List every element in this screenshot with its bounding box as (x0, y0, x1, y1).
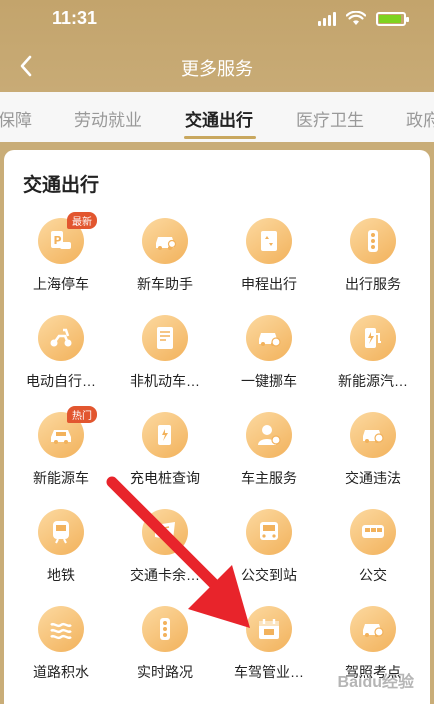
service-item[interactable]: 热门新能源车 (9, 406, 113, 509)
service-label: 交通卡余… (130, 567, 200, 583)
app-header: 11:31 更多服务 (0, 0, 434, 92)
service-item[interactable]: 车驾管业… (217, 606, 321, 703)
charging-pile-icon (142, 412, 188, 458)
service-label: 新能源汽… (338, 373, 408, 389)
document-icon (142, 315, 188, 361)
metro-icon (38, 509, 84, 555)
tab-laodong-jiuye[interactable]: 劳动就业 (74, 106, 142, 131)
service-label: 公交到站 (241, 567, 297, 583)
watermark: Baidu经验 (337, 674, 414, 691)
service-grid: P 最新 上海停车 新车助手 申程出行 出行服务 电动自行… 非机动车… 一键挪车 新能源汽… 热门… (4, 212, 430, 703)
traffic-light-icon (350, 218, 396, 264)
signal-icon (318, 11, 336, 26)
e-scooter-icon (38, 315, 84, 361)
category-tabs: 保障 劳动就业 交通出行 医疗卫生 政府 (0, 92, 434, 142)
service-label: 上海停车 (33, 276, 89, 292)
service-badge: 热门 (67, 406, 97, 423)
tab-zhengfu[interactable]: 政府 (406, 106, 434, 131)
active-tab-indicator (184, 136, 256, 139)
service-label: 出行服务 (345, 276, 401, 292)
service-badge: 最新 (67, 212, 97, 229)
section-title: 交通出行 (23, 175, 100, 196)
status-time: 11:31 (52, 8, 98, 28)
service-label: 道路积水 (33, 664, 89, 680)
service-item[interactable]: 电动自行… (9, 315, 113, 412)
bus-icon (350, 509, 396, 555)
battery-icon (376, 11, 409, 26)
tab-baozhang[interactable]: 保障 (0, 106, 32, 131)
service-panel: 交通出行 P 最新 上海停车 新车助手 申程出行 出行服务 电动自行… 非机动车… 一键挪车 新能… (4, 150, 430, 704)
service-item[interactable]: 公交 (321, 509, 425, 606)
service-item[interactable]: 道路积水 (9, 606, 113, 703)
service-label: 交通违法 (345, 470, 401, 486)
service-label: 非机动车… (130, 373, 200, 389)
service-label: 电动自行… (26, 373, 96, 389)
service-label: 实时路况 (137, 664, 193, 680)
new-car-icon (142, 218, 188, 264)
service-item[interactable]: 新车助手 (113, 218, 217, 315)
service-item[interactable]: 车主服务 (217, 412, 321, 509)
service-item[interactable]: 非机动车… (113, 315, 217, 412)
wifi-icon (346, 11, 366, 25)
bus-stop-icon (246, 509, 292, 555)
license-car-icon (350, 606, 396, 652)
service-item[interactable]: 交通违法 (321, 412, 425, 509)
calendar-icon (246, 606, 292, 652)
service-label: 充电桩查询 (130, 470, 200, 486)
service-label: 公交 (359, 567, 387, 583)
car-move-icon (246, 315, 292, 361)
service-item[interactable]: 新能源汽… (321, 315, 425, 412)
car-owner-icon (246, 412, 292, 458)
service-label: 新能源车 (33, 470, 89, 486)
service-item[interactable]: 公交到站 (217, 509, 321, 606)
page-title: 更多服务 (181, 59, 253, 79)
service-item[interactable]: 实时路况 (113, 606, 217, 703)
service-item[interactable]: 充电桩查询 (113, 412, 217, 509)
water-icon (38, 606, 84, 652)
traffic-light-icon (142, 606, 188, 652)
tab-jiaotong-chuxing[interactable]: 交通出行 (185, 106, 253, 131)
service-label: 新车助手 (137, 276, 193, 292)
service-item[interactable]: 交通卡余… (113, 509, 217, 606)
service-label: 申程出行 (241, 276, 297, 292)
service-item[interactable]: 申程出行 (217, 218, 321, 315)
status-icons (318, 11, 409, 26)
service-label: 一键挪车 (241, 373, 297, 389)
service-item[interactable]: 地铁 (9, 509, 113, 606)
ev-charge-icon (350, 315, 396, 361)
service-label: 车驾管业… (234, 664, 304, 680)
card-icon (142, 509, 188, 555)
service-label: 车主服务 (241, 470, 297, 486)
elevator-icon (246, 218, 292, 264)
service-item[interactable]: 一键挪车 (217, 315, 321, 412)
tab-yiliao-weisheng[interactable]: 医疗卫生 (296, 106, 364, 131)
service-item[interactable]: P 最新 上海停车 (9, 212, 113, 315)
service-label: 地铁 (47, 567, 75, 583)
violation-car-icon (350, 412, 396, 458)
service-item[interactable]: 出行服务 (321, 218, 425, 315)
